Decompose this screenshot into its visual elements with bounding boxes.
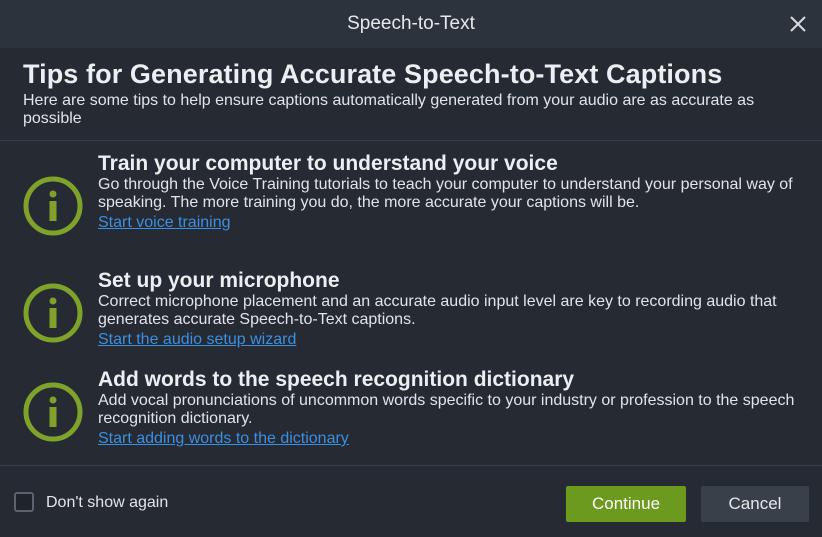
dialog-footer: Don't show again Continue Cancel [0,466,822,537]
tip-content: Set up your microphone Correct microphon… [98,269,798,349]
window-title: Speech-to-Text [347,13,475,34]
speech-to-text-dialog: Speech-to-Text Tips for Generating Accur… [0,0,822,537]
info-icon [22,381,84,443]
tip-content: Add words to the speech recognition dict… [98,368,798,448]
dont-show-again-label[interactable]: Don't show again [46,492,168,514]
info-icon [22,175,84,237]
cancel-button[interactable]: Cancel [701,486,809,522]
page-title: Tips for Generating Accurate Speech-to-T… [23,59,723,89]
tips-list: Train your computer to understand your v… [0,141,822,466]
title-bar: Speech-to-Text [0,0,822,48]
page-subtitle: Here are some tips to help ensure captio… [23,92,755,127]
close-button[interactable] [784,10,812,38]
start-adding-words-link[interactable]: Start adding words to the dictionary [98,429,349,448]
continue-button[interactable]: Continue [566,486,686,522]
start-audio-setup-wizard-link[interactable]: Start the audio setup wizard [98,330,296,349]
tip-description: Correct microphone placement and an accu… [98,293,777,328]
tip-heading: Train your computer to understand your v… [98,152,558,175]
dialog-header: Tips for Generating Accurate Speech-to-T… [0,48,822,141]
tip-heading: Set up your microphone [98,269,340,292]
tip-heading: Add words to the speech recognition dict… [98,368,575,391]
tip-description: Add vocal pronunciations of uncommon wor… [98,392,795,427]
info-icon [22,282,84,344]
close-icon [790,16,806,32]
checkbox-box[interactable] [14,492,34,512]
start-voice-training-link[interactable]: Start voice training [98,213,231,232]
tip-description: Go through the Voice Training tutorials … [98,176,793,211]
tip-content: Train your computer to understand your v… [98,152,798,232]
